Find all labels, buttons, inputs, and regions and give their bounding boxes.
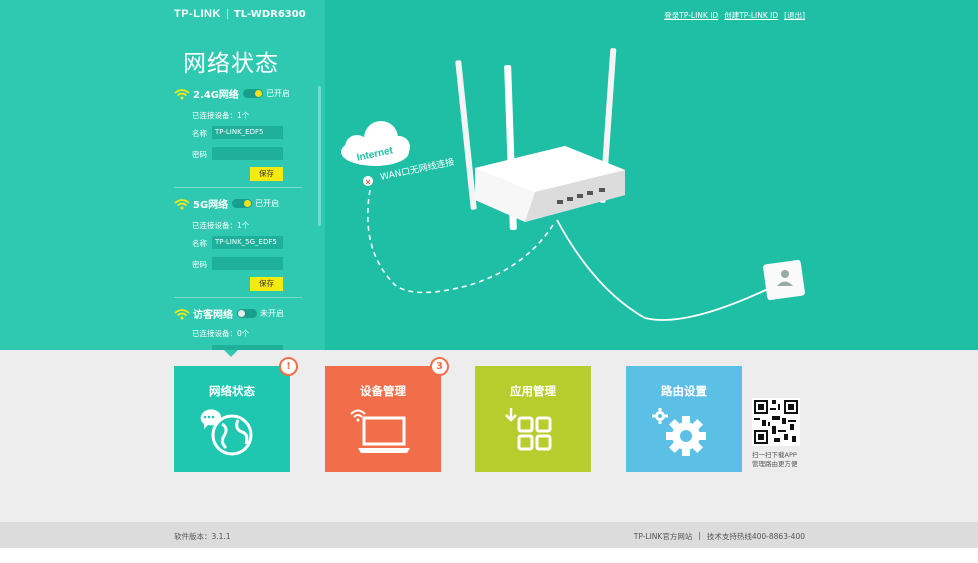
toggle-knob bbox=[244, 200, 252, 207]
router-image bbox=[455, 48, 625, 230]
support-hotline: 技术支持热线400-8863-400 bbox=[706, 532, 805, 541]
official-site-link[interactable]: TP-LINK官方网站 bbox=[634, 531, 693, 542]
network-status: 未开启 bbox=[260, 309, 284, 318]
network-name: 5G网络 bbox=[193, 200, 229, 211]
toggle-knob bbox=[238, 310, 245, 317]
brand: TP-LINK TL-WDR6300 bbox=[174, 8, 306, 20]
software-version: 软件版本：3.1.1 bbox=[174, 532, 231, 541]
tile-label: 网络状态 bbox=[209, 384, 255, 398]
network-24g: 2.4G网络 已开启 已连接设备：1个 名称 TP-LINK_EDF5 密码 保… bbox=[174, 86, 302, 188]
save-button-5g[interactable]: 保存 bbox=[250, 277, 283, 291]
qr-caption-line1: 扫一扫下载APP bbox=[752, 451, 797, 459]
network-guest: 访客网络 未开启 已连接设备：0个 bbox=[174, 306, 302, 350]
tile-network-status[interactable]: ! 网络状态 bbox=[174, 357, 298, 472]
top-banner: TP-LINK TL-WDR6300 网络状态 2.4G网络 已开启 已连接设备… bbox=[0, 0, 978, 350]
wifi-icon bbox=[174, 88, 190, 99]
laptop-wifi-icon bbox=[350, 409, 410, 453]
ssid-label: 名称 bbox=[192, 129, 207, 138]
connected-devices: 已连接设备：1个 bbox=[192, 111, 250, 120]
network-status: 已开启 bbox=[265, 89, 290, 98]
password-input-5g[interactable] bbox=[212, 257, 283, 270]
qr-caption: 扫一扫下载APP 管理路由更方便 bbox=[752, 451, 798, 469]
connected-devices: 已连接设备：0个 bbox=[192, 329, 250, 338]
password-label: 密码 bbox=[192, 150, 207, 159]
divider bbox=[174, 297, 302, 298]
apps-grid-icon bbox=[505, 408, 552, 451]
tile-label: 路由设置 bbox=[661, 384, 707, 398]
disconnected-x: × bbox=[365, 178, 372, 187]
password-label: 密码 bbox=[192, 260, 207, 269]
wifi-icon bbox=[174, 198, 190, 209]
footer: 软件版本：3.1.1 TP-LINK官方网站 | 技术支持热线400-8863-… bbox=[0, 522, 978, 548]
page-title: 网络状态 bbox=[183, 51, 279, 77]
brand-divider bbox=[226, 9, 228, 19]
network-guest-header: 访客网络 未开启 bbox=[174, 306, 284, 321]
model-name: TL-WDR6300 bbox=[233, 8, 306, 20]
ssid-label: 名称 bbox=[192, 239, 207, 248]
qr-caption-line2: 管理路由更方便 bbox=[752, 460, 798, 468]
divider bbox=[174, 187, 302, 188]
network-name: 访客网络 bbox=[193, 310, 233, 321]
toggle-knob bbox=[254, 90, 262, 97]
ssid-input-24g[interactable]: TP-LINK_EDF5 bbox=[212, 126, 283, 139]
panel-scrollbar[interactable] bbox=[318, 86, 321, 226]
tile-app-management[interactable]: 应用管理 bbox=[475, 366, 591, 472]
network-5g-header: 5G网络 已开启 bbox=[174, 196, 279, 211]
footer-links: TP-LINK官方网站 | 技术支持热线400-8863-400 bbox=[634, 531, 805, 542]
network-24g-header: 2.4G网络 已开启 bbox=[174, 86, 290, 101]
ssid-input-5g[interactable]: TP-LINK_5G_EDF5 bbox=[212, 236, 283, 249]
tp-link-logo: TP-LINK bbox=[174, 8, 221, 20]
guest-ssid-input[interactable] bbox=[212, 345, 283, 350]
password-input-24g[interactable] bbox=[212, 147, 283, 160]
tile-router-settings[interactable]: 路由设置 bbox=[626, 366, 742, 472]
globe-chat-icon bbox=[200, 409, 253, 456]
network-24g-toggle[interactable] bbox=[242, 89, 263, 98]
tile-label: 设备管理 bbox=[360, 384, 406, 398]
network-5g: 5G网络 已开启 已连接设备：1个 名称 TP-LINK_5G_EDF5 密码 … bbox=[174, 196, 302, 298]
network-guest-toggle[interactable] bbox=[237, 309, 257, 318]
network-status: 已开启 bbox=[255, 199, 280, 208]
network-name: 2.4G网络 bbox=[193, 90, 239, 101]
footer-separator: | bbox=[698, 531, 701, 540]
device-count-badge: 3 bbox=[430, 357, 449, 376]
connected-devices: 已连接设备：1个 bbox=[192, 221, 250, 230]
wifi-icon bbox=[174, 308, 190, 319]
network-5g-toggle[interactable] bbox=[232, 199, 253, 208]
alert-badge: ! bbox=[279, 357, 298, 376]
network-topology-illustration: Internet × WAN口无网线连接 bbox=[341, 48, 805, 321]
lan-cable bbox=[556, 219, 771, 321]
tile-label: 应用管理 bbox=[510, 384, 556, 398]
panel-pointer bbox=[224, 350, 238, 357]
computer-icon bbox=[763, 259, 805, 301]
status-side-panel: TP-LINK TL-WDR6300 网络状态 2.4G网络 已开启 已连接设备… bbox=[0, 0, 325, 350]
qr-code-image bbox=[752, 398, 800, 446]
tile-device-management[interactable]: 3 设备管理 bbox=[325, 357, 449, 472]
gear-icon bbox=[652, 408, 706, 456]
bottom-strip bbox=[0, 548, 978, 563]
save-button-24g[interactable]: 保存 bbox=[250, 167, 283, 181]
